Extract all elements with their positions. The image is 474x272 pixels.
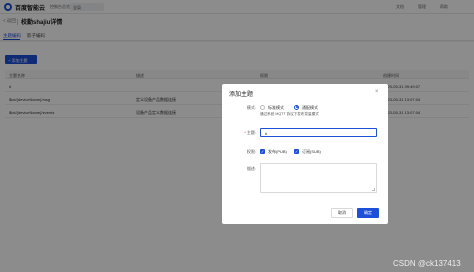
cancel-button[interactable]: 取消 — [331, 208, 353, 218]
radio-wildcard-label[interactable]: 通配模式 — [302, 105, 318, 111]
dialog-title: 添加主题 — [229, 92, 254, 98]
watermark-text: CSDN @ck137413 — [393, 259, 461, 268]
radio-wildcard-mode[interactable] — [294, 104, 299, 110]
mode-hint: 通过系统 MQTT 协议下发布变量模式 — [260, 112, 319, 116]
add-topic-dialog: 添加主题 × 模式: 标准模式 通配模式 通过系统 MQTT 协议下发布变量模式… — [222, 84, 388, 224]
close-icon[interactable]: × — [375, 89, 379, 95]
topic-label: * 主题: — [226, 130, 256, 136]
mode-label: 模式: — [246, 105, 256, 110]
topic-label-text: 主题: — [246, 130, 256, 135]
checkbox-subscribe[interactable]: ✓ — [294, 148, 299, 154]
description-textarea[interactable] — [260, 163, 377, 193]
permission-label: 权限: — [246, 149, 256, 154]
radio-standard-mode[interactable] — [260, 104, 265, 110]
topic-input[interactable]: # — [260, 128, 377, 137]
checkbox-publish-label[interactable]: 发布(PUB) — [268, 149, 287, 155]
description-label: 描述: — [246, 166, 256, 171]
topic-input-value: # — [265, 131, 268, 136]
resize-handle-icon[interactable] — [372, 188, 375, 191]
radio-standard-label[interactable]: 标准模式 — [268, 105, 284, 111]
check-icon: ✓ — [294, 148, 299, 154]
checkbox-publish[interactable]: ✓ — [260, 148, 265, 154]
checkbox-subscribe-label[interactable]: 订阅(SUB) — [302, 149, 321, 155]
check-icon: ✓ — [260, 148, 265, 154]
confirm-button[interactable]: 确定 — [357, 208, 379, 218]
